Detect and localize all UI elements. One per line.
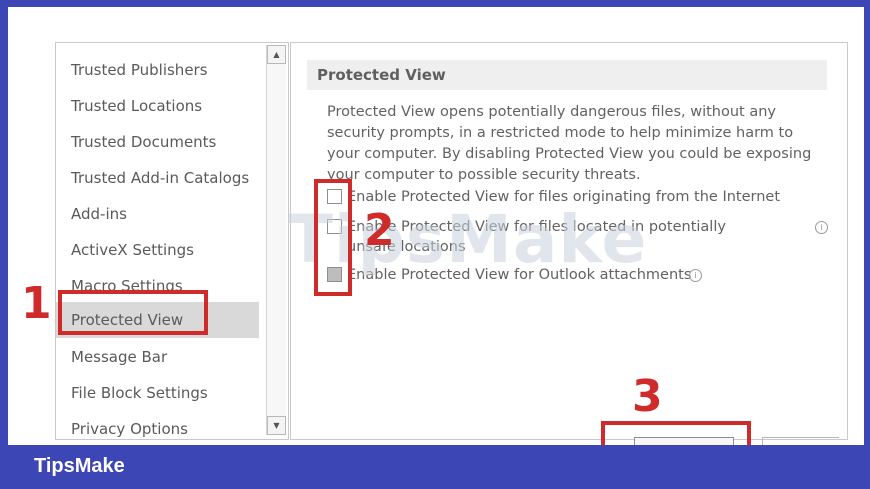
info-icon[interactable]: i <box>815 221 828 234</box>
scroll-up-icon[interactable]: ▲ <box>267 45 286 64</box>
highlight-box-protected-view <box>58 290 208 335</box>
sidebar-item-trusted-publishers[interactable]: Trusted Publishers <box>56 52 260 88</box>
trust-center-dialog: Trusted Publishers Trusted Locations Tru… <box>8 7 864 458</box>
footer-bar: TipsMake <box>0 445 870 489</box>
step-number-1: 1 <box>21 278 52 329</box>
sidebar-item-trusted-add-in-catalogs[interactable]: Trusted Add-in Catalogs <box>56 160 260 196</box>
footer-brand: TipsMake <box>34 455 125 477</box>
step-number-2: 2 <box>364 205 395 256</box>
info-icon[interactable]: i <box>689 269 702 282</box>
top-frame-bar <box>0 0 870 7</box>
category-list-scrollbar[interactable]: ▲ ▼ <box>266 45 286 435</box>
sidebar-item-trusted-locations[interactable]: Trusted Locations <box>56 88 260 124</box>
section-description: Protected View opens potentially dangero… <box>327 104 812 183</box>
sidebar-item-trusted-documents[interactable]: Trusted Documents <box>56 124 260 160</box>
category-list: Trusted Publishers Trusted Locations Tru… <box>55 42 289 440</box>
scroll-down-icon[interactable]: ▼ <box>267 416 286 435</box>
sidebar-item-message-bar[interactable]: Message Bar <box>56 339 260 375</box>
left-frame-bar <box>0 0 8 489</box>
sidebar-item-add-ins[interactable]: Add-ins <box>56 196 260 232</box>
sidebar-item-privacy-options[interactable]: Privacy Options <box>56 411 260 447</box>
step-number-3: 3 <box>632 371 663 422</box>
right-frame-bar <box>864 0 870 489</box>
sidebar-item-file-block-settings[interactable]: File Block Settings <box>56 375 260 411</box>
highlight-box-checkboxes <box>314 179 352 296</box>
section-title: Protected View <box>307 60 827 90</box>
sidebar-item-activex-settings[interactable]: ActiveX Settings <box>56 232 260 268</box>
